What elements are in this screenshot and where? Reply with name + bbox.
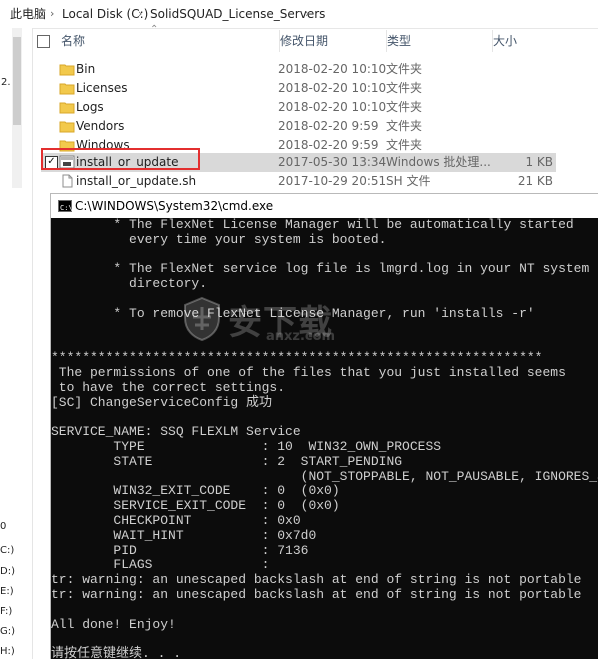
nav-fragment: 0 [0, 521, 7, 532]
sh-file-icon [62, 174, 73, 188]
file-date: 2018-02-20 10:10 [278, 100, 387, 114]
nav-drive-h[interactable]: H:) [0, 646, 15, 658]
file-type: 文件夹 [386, 100, 423, 114]
file-name: Bin [76, 62, 96, 76]
sort-ascending-icon: ⌃ [150, 24, 159, 35]
breadcrumb-separator: › [50, 7, 55, 20]
console-line: [SC] ChangeServiceConfig 成功 [51, 394, 273, 410]
file-row-install-or-update-sh[interactable]: install_or_update.sh 2017-10-29 20:51 SH… [41, 172, 556, 191]
nav-drive-g[interactable]: G:) [0, 626, 15, 638]
selection-highlight-box [41, 148, 200, 170]
console-line: SERVICE_EXIT_CODE : 0 (0x0) [51, 498, 340, 514]
console-line: PID : 7136 [51, 542, 309, 558]
console-line: (NOT_STOPPABLE, NOT_PAUSABLE, IGNORES_SH… [300, 468, 598, 484]
column-header-name[interactable]: 名称 [61, 30, 85, 52]
console-line: TYPE : 10 WIN32_OWN_PROCESS [51, 438, 442, 454]
file-row-licenses[interactable]: Licenses 2018-02-20 10:10 文件夹 [41, 79, 556, 98]
console-line: tr: warning: an unescaped backslash at e… [51, 572, 582, 588]
console-line: WAIT_HINT : 0x7d0 [51, 527, 317, 543]
console-line: to have the correct settings. [51, 379, 286, 395]
breadcrumb-local-disk[interactable]: Local Disk (C:) [62, 7, 148, 21]
console-line: All done! Enjoy! [51, 616, 176, 632]
command-prompt-window[interactable]: C:\WINDOWS\System32\cmd.exe * The FlexNe… [50, 193, 598, 659]
console-line: * The FlexNet License Manager will be au… [51, 218, 574, 232]
console-output[interactable]: * The FlexNet License Manager will be au… [51, 218, 598, 659]
console-line: 请按任意键继续. . . [51, 646, 182, 659]
breadcrumb-separator: › [138, 7, 143, 20]
file-type: 文件夹 [386, 62, 423, 76]
console-line: * To remove FlexNet License Manager, run… [51, 305, 535, 321]
file-name: Vendors [76, 119, 125, 133]
file-name: install_or_update.sh [76, 174, 197, 188]
file-date: 2018-02-20 9:59 [278, 138, 379, 152]
console-line: directory. [51, 276, 208, 292]
file-size: 21 KB [517, 174, 553, 188]
file-type: 文件夹 [386, 119, 423, 133]
nav-scrollbar-thumb[interactable] [13, 37, 21, 125]
nav-drive-f[interactable]: F:) [0, 606, 12, 618]
console-line: CHECKPOINT : 0x0 [51, 512, 301, 528]
console-line: WIN32_EXIT_CODE : 0 (0x0) [51, 483, 340, 499]
command-prompt-titlebar[interactable]: C:\WINDOWS\System32\cmd.exe [51, 194, 598, 220]
file-size: 1 KB [525, 155, 553, 169]
console-line: every time your system is booted. [51, 231, 387, 247]
column-header-type[interactable]: 类型 [386, 30, 411, 52]
console-line: STATE : 2 START_PENDING [51, 453, 403, 469]
file-date: 2017-05-30 13:34 [278, 155, 387, 169]
folder-icon [59, 102, 75, 114]
file-date: 2017-10-29 20:51 [278, 174, 387, 188]
column-header-size[interactable]: 大小 [492, 30, 517, 52]
breadcrumb-cut-prefix[interactable]: 此电脑 [10, 7, 46, 21]
file-date: 2018-02-20 10:10 [278, 81, 387, 95]
breadcrumb-current-folder[interactable]: SolidSQUAD_License_Servers [150, 7, 325, 21]
console-line: SERVICE_NAME: SSQ FLEXLM Service [51, 424, 301, 440]
console-line: tr: warning: an unescaped backslash at e… [51, 586, 582, 602]
command-prompt-title: C:\WINDOWS\System32\cmd.exe [75, 199, 274, 213]
folder-icon [59, 83, 75, 95]
file-date: 2018-02-20 10:10 [278, 62, 387, 76]
file-name: Logs [76, 100, 104, 114]
file-type: SH 文件 [386, 174, 431, 188]
console-line: * The FlexNet service log file is lmgrd.… [51, 261, 590, 277]
screenshot-root: 此电脑 › Local Disk (C:) › SolidSQUAD_Licen… [0, 0, 598, 659]
command-prompt-icon [58, 196, 73, 220]
breadcrumb-dropdown-chevron[interactable]: › [305, 7, 309, 21]
file-type: Windows 批处理... [386, 155, 491, 169]
console-line: ****************************************… [51, 350, 543, 366]
file-row-bin[interactable]: Bin 2018-02-20 10:10 文件夹 [41, 60, 556, 79]
console-line: The permissions of one of the files that… [51, 364, 566, 380]
file-type: 文件夹 [386, 138, 423, 152]
file-row-vendors[interactable]: Vendors 2018-02-20 9:59 文件夹 [41, 117, 556, 136]
folder-icon [59, 64, 75, 76]
select-all-checkbox[interactable] [37, 35, 50, 48]
file-row-logs[interactable]: Logs 2018-02-20 10:10 文件夹 [41, 98, 556, 117]
nav-drive-e[interactable]: E:) [0, 586, 14, 598]
nav-drive-d[interactable]: D:) [0, 566, 15, 578]
file-type: 文件夹 [386, 81, 423, 95]
column-header-date[interactable]: 修改日期 [279, 30, 328, 52]
nav-drive-c[interactable]: C:) [0, 545, 14, 557]
file-date: 2018-02-20 9:59 [278, 119, 379, 133]
console-line: FLAGS : [51, 557, 270, 573]
nav-fragment: 2. [1, 77, 11, 88]
folder-icon [59, 121, 75, 133]
explorer-breadcrumb: 此电脑 › Local Disk (C:) › SolidSQUAD_Licen… [0, 0, 598, 29]
file-name: Licenses [76, 81, 128, 95]
